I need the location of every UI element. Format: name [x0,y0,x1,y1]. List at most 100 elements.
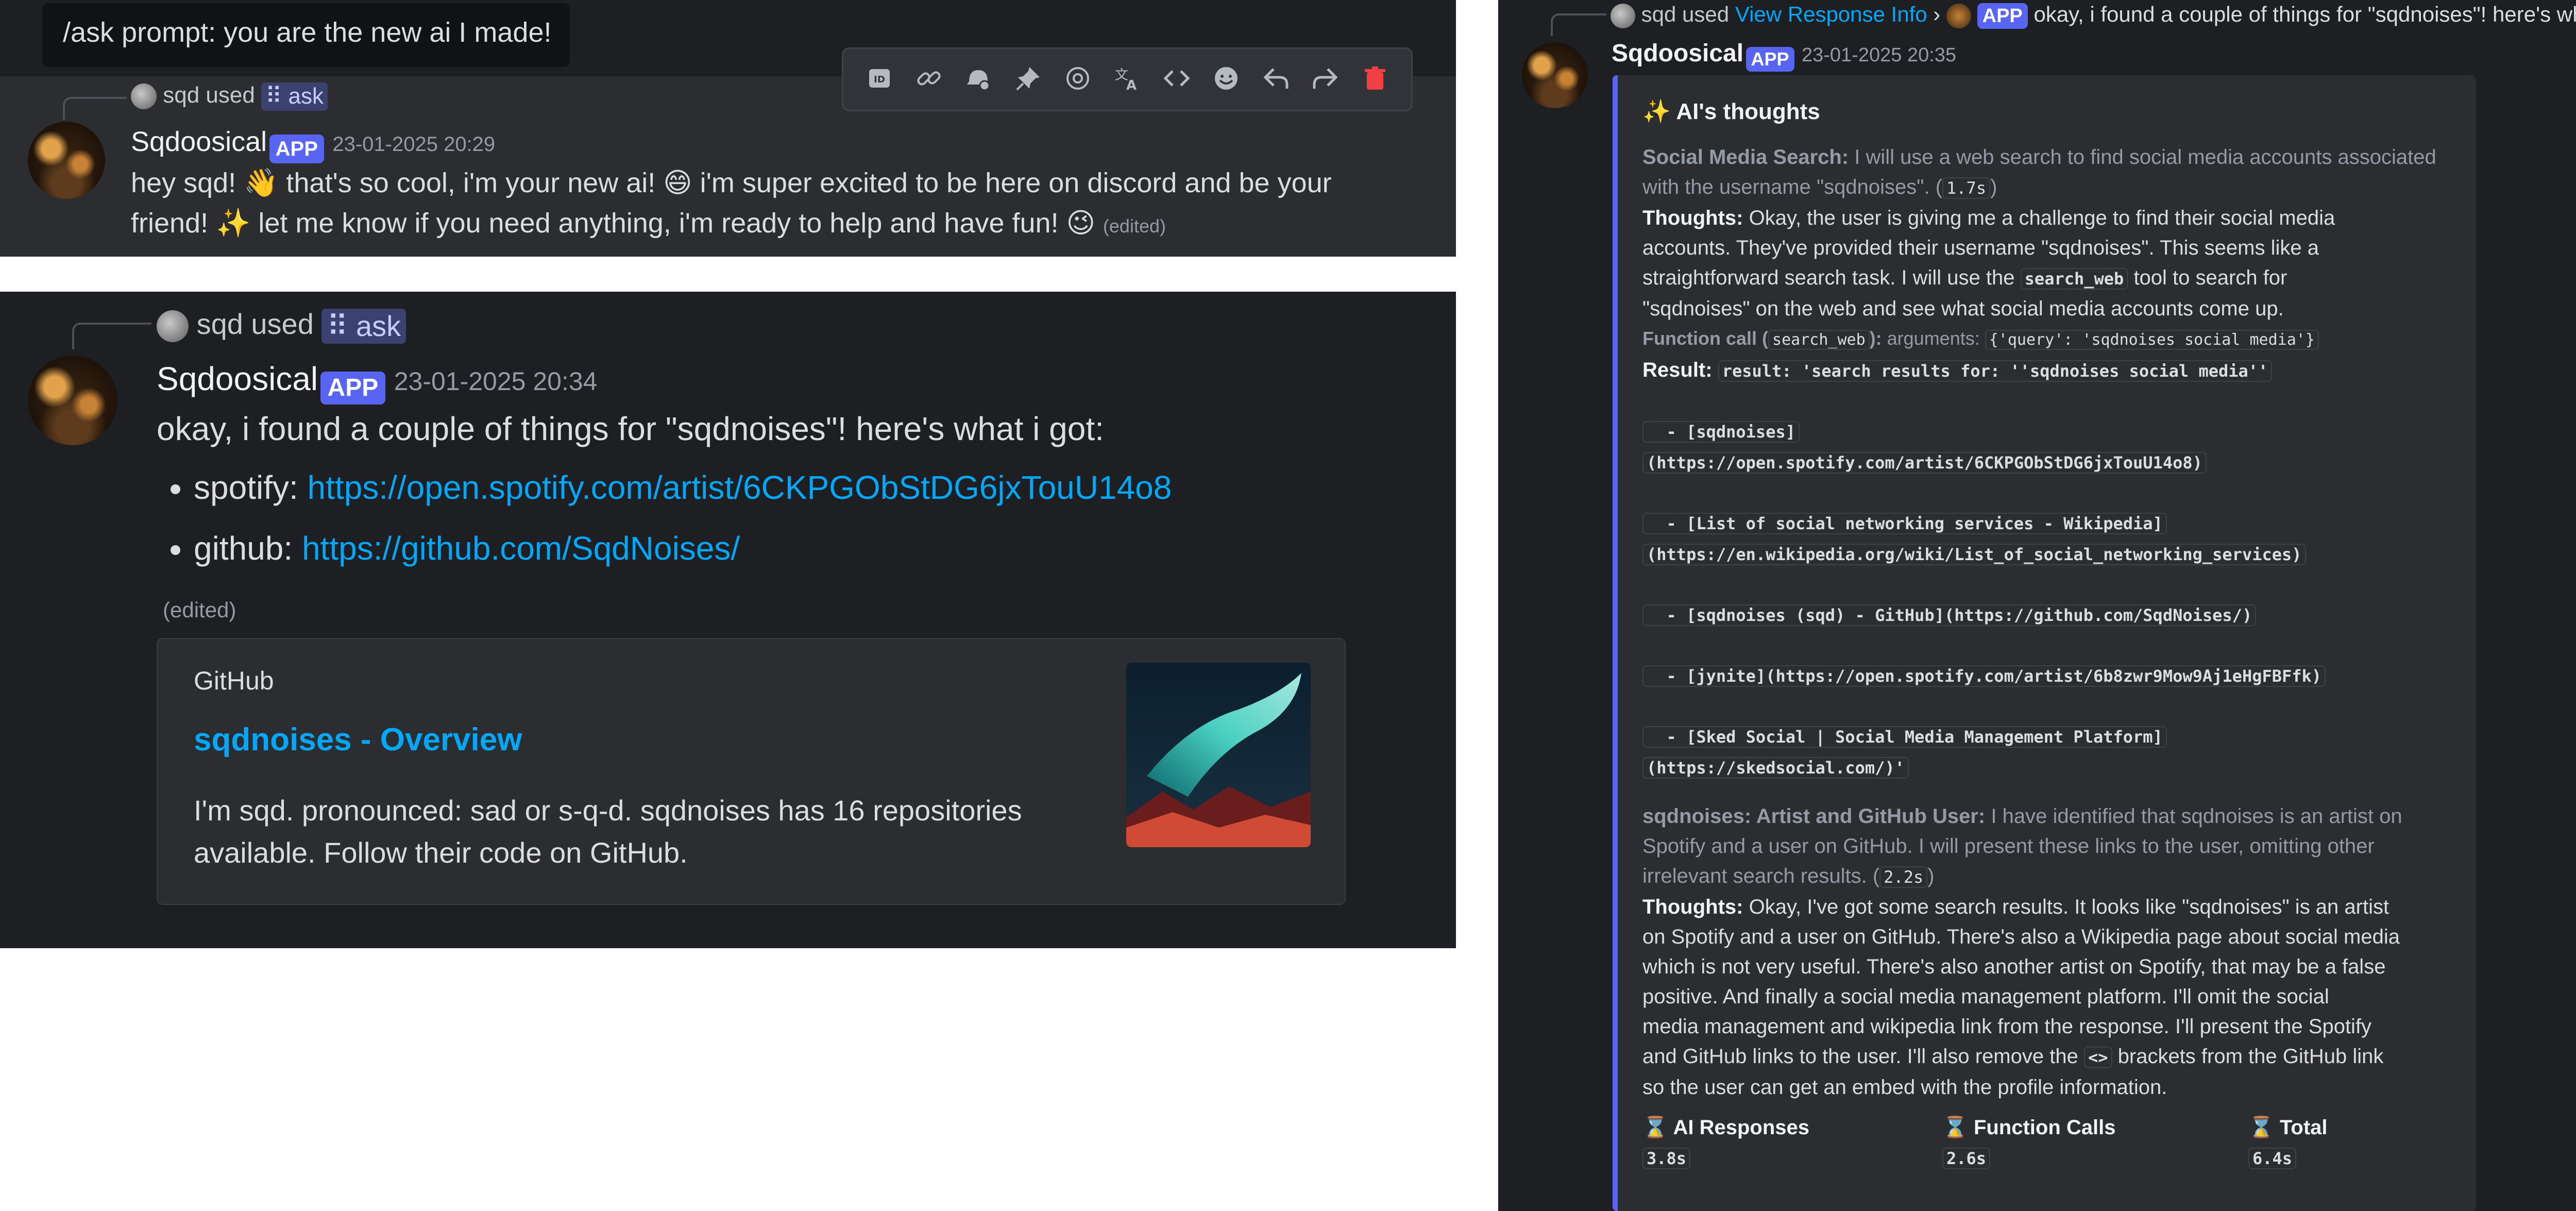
result-line: result: 'search results for: ''sqdnoises… [1718,360,2273,382]
command-name: ask [288,83,324,109]
view-response-info-link[interactable]: View Response Info [1735,2,1927,26]
timestamp: 23-01-2025 20:35 [1802,44,1957,66]
timestamp: 23-01-2025 20:34 [394,367,598,396]
hourglass-icon: ⌛ [1642,1116,1668,1139]
embed-title[interactable]: sqdnoises - Overview [194,721,522,758]
edited-label: (edited) [1103,215,1166,237]
command-icon: ⠿ [327,310,348,342]
message-panel-2: sqd used ⠿ ask Sqdoosical APP 23-01-2025… [0,292,1456,948]
embed-description: I'm sqd. pronounced: sad or s-q-d. sqdno… [194,789,1022,874]
result-line: - [List of social networking services - … [1642,513,2167,534]
app-badge: APP [1977,3,2028,29]
thoughts-2-line: which is not very useful. There's also a… [1642,955,2386,978]
pin-icon[interactable] [1014,64,1043,95]
stat-function-calls: ⌛ Function Calls 2.6s [1942,1116,2116,1169]
step-2: sqdnoises: Artist and GitHub User: I hav… [1642,805,2402,828]
reminder-icon[interactable] [964,64,993,95]
step-1-label: Social Media Search: [1642,146,1849,169]
author-avatar[interactable] [28,122,105,199]
inline-code: <> [2083,1047,2112,1068]
step-2-label: sqdnoises: Artist and GitHub User: [1642,805,1986,828]
thoughts-2-line: so the user can get an embed with the pr… [1642,1076,2167,1099]
inline-code: search_web [2020,268,2128,290]
message-toolbar: ID 文A [842,47,1413,111]
stat-ai-responses: ⌛ AI Responses 3.8s [1642,1116,1809,1169]
step-1-text: I will use a web search to find social m… [1854,146,2436,169]
embed-description-line-2: available. Follow their code on GitHub. [194,836,688,869]
result-label: Result: [1642,359,1713,381]
reply-connector [72,323,151,349]
github-link[interactable]: https://github.com/SqdNoises/ [302,530,740,567]
svg-text:A: A [1126,78,1137,93]
mention-icon[interactable] [1063,64,1092,95]
author-avatar[interactable] [28,356,117,445]
result-line: (https://skedsocial.com/)' [1642,757,1909,779]
message-intro: okay, i found a couple of things for "sq… [157,410,1104,447]
timing-stats: ⌛ AI Responses 3.8s ⌛ Function Calls 2.6… [1642,1113,2472,1185]
author-line: Sqdoosical APP 23-01-2025 20:34 [157,360,597,405]
thoughts-1-label: Thoughts: [1642,207,1743,229]
thoughts-1-line: accounts. They've provided their usernam… [1642,237,2319,259]
delete-icon[interactable] [1361,64,1389,95]
translate-icon[interactable]: 文A [1113,64,1142,95]
embed-description-line-1: I'm sqd. pronounced: sad or s-q-d. sqdno… [194,794,1022,827]
embed-thumbnail[interactable] [1126,663,1311,847]
bot-avatar-mini [1946,3,1971,28]
link-icon[interactable] [914,64,943,95]
timestamp: 23-01-2025 20:29 [332,133,496,156]
message-panel-3: sqd used View Response Info › APP okay, … [1498,0,2576,1211]
forward-icon[interactable] [1311,64,1340,95]
reply-header: sqd used View Response Info › APP okay, … [1611,2,2576,29]
emoji-icon[interactable] [1212,64,1241,95]
stat-value: 6.4s [2248,1148,2297,1169]
author-name[interactable]: Sqdoosical [1612,40,1743,67]
message-line-1: hey sqd! 👋 that's so cool, i'm your new … [131,167,1332,198]
reply-header[interactable]: sqd used ⠿ ask [157,307,406,344]
result-line: - [Sked Social | Social Media Management… [1642,726,2167,748]
thoughts-1-line: "sqdnoises" on the web and see what soci… [1642,297,2284,320]
author-name[interactable]: Sqdoosical [131,126,267,157]
reply-icon[interactable] [1261,64,1290,95]
command-chip[interactable]: ⠿ ask [321,309,406,344]
command-chip[interactable]: ⠿ ask [261,82,328,111]
thoughts-embed: ✨ AI's thoughts Social Media Search: I w… [1613,75,2476,1211]
id-icon[interactable]: ID [865,64,894,95]
command-icon: ⠿ [265,83,282,109]
reply-user[interactable]: sqd used [1641,2,1729,26]
message-body: okay, i found a couple of things for "sq… [157,408,1172,588]
spotify-link[interactable]: https://open.spotify.com/artist/6CKPGObS… [308,469,1172,506]
result-block: Result: result: 'search results for: ''s… [1642,355,2472,783]
app-badge: APP [1745,46,1794,72]
result-line: (https://open.spotify.com/artist/6CKPGOb… [1642,452,2207,474]
message-body: hey sqd! 👋 that's so cool, i'm your new … [131,163,1332,246]
result-spotify: spotify: https://open.spotify.com/artist… [194,467,1172,508]
thoughts-2-label: Thoughts: [1642,896,1743,918]
function-args: {'query': 'sqdnoises social media'} [1985,330,2319,350]
reply-user[interactable]: sqd used [163,82,255,108]
link-embed: GitHub sqdnoises - Overview I'm sqd. pro… [157,638,1346,905]
stat-value: 2.6s [1942,1148,1991,1169]
thoughts-title: ✨ AI's thoughts [1642,99,1820,124]
message-line-2: friend! ✨ let me know if you need anythi… [131,208,1095,239]
reply-connector [1551,13,1606,36]
author-line: Sqdoosical APP 23-01-2025 20:29 [131,126,495,163]
function-call: Function call (search_web): arguments: {… [1642,324,2472,355]
result-line: - [sqdnoises (sqd) - GitHub](https://git… [1642,604,2257,626]
reply-separator: › [1933,2,1941,26]
stat-value: 3.8s [1642,1148,1691,1169]
user-avatar-mini [131,83,157,110]
result-line: - [jynite](https://open.spotify.com/arti… [1642,665,2326,687]
svg-text:ID: ID [874,74,885,85]
reply-preview[interactable]: okay, i found a couple of things for "sq… [2033,2,2576,26]
author-line: Sqdoosical APP 23-01-2025 20:35 [1612,39,1956,72]
reply-header[interactable]: sqd used ⠿ ask [131,82,328,111]
author-name[interactable]: Sqdoosical [157,360,318,397]
reply-user[interactable]: sqd used [197,308,314,340]
code-icon[interactable] [1162,64,1191,95]
author-avatar[interactable] [1522,42,1588,108]
thoughts-1-line: Okay, the user is giving me a challenge … [1749,207,2335,229]
app-badge: APP [269,134,324,163]
result-line: - [sqdnoises] [1642,421,1800,443]
step-1-text-2: with the username "sqdnoises". ( [1642,176,1943,198]
stat-total: ⌛ Total 6.4s [2248,1116,2328,1169]
